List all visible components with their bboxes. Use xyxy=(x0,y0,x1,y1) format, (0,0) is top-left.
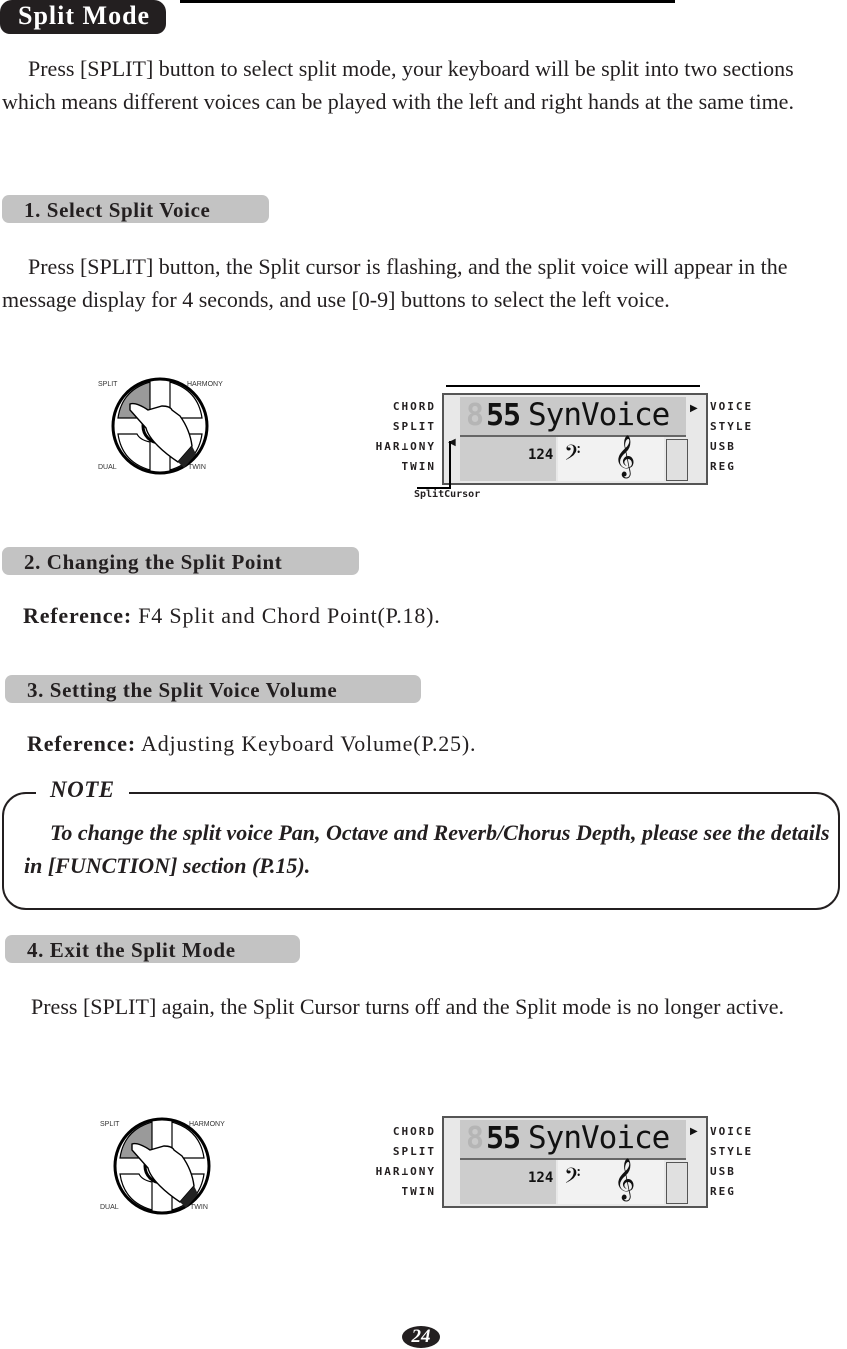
lcd-label-voice: VOICE xyxy=(710,400,754,413)
lcd-left-labels: CHORD SPLIT HAR⊥ONY TWIN xyxy=(372,397,436,477)
lcd-status-area: 124 xyxy=(460,437,556,481)
section-heading-changing-split-point: 2. Changing the Split Point xyxy=(2,547,359,575)
intro-paragraph: Press [SPLIT] button to select split mod… xyxy=(2,56,794,114)
lcd-status-area: 124 xyxy=(460,1160,556,1204)
lcd-right-labels: VOICE STYLE USB REG xyxy=(710,1122,753,1202)
section-4-body: Press [SPLIT] again, the Split Cursor tu… xyxy=(31,994,784,1019)
lcd-voice-number: 55 xyxy=(486,398,521,433)
split-cursor-label: SplitCursor xyxy=(414,489,481,500)
header-rule xyxy=(180,0,675,3)
lcd-voice-name: SynVoice xyxy=(528,1120,670,1156)
lcd-label-voice: VOICE xyxy=(710,1125,754,1138)
lcd-display-illustration-split-on: CHORD SPLIT HAR⊥ONY TWIN 8 55 SynVoice 1… xyxy=(372,385,752,510)
lcd-dim-digit: 8 xyxy=(466,398,485,433)
lcd-label-harmony: HAR⊥ONY xyxy=(375,440,436,453)
treble-clef-icon: 𝄞 xyxy=(614,436,636,476)
lcd-label-usb: USB xyxy=(710,440,736,453)
treble-clef-icon: 𝄞 xyxy=(614,1159,636,1199)
page-number-badge: 24 xyxy=(402,1326,440,1348)
lcd-tempo: 124 xyxy=(528,1170,554,1186)
lcd-screen: 8 55 SynVoice 124 𝄢 𝄞 ◀ ▶ xyxy=(442,393,708,485)
lcd-label-chord: CHORD xyxy=(392,400,436,413)
lcd-label-style: STYLE xyxy=(710,420,754,433)
section-heading-select-split-voice: 1. Select Split Voice xyxy=(2,195,269,223)
lcd-bracket-line xyxy=(446,385,700,387)
lcd-mode-indicators xyxy=(666,439,688,481)
voice-cursor-arrow-icon: ▶ xyxy=(690,1126,698,1137)
section-2-reference: Reference: F4 Split and Chord Point(P.18… xyxy=(23,603,441,629)
lcd-voice-number: 55 xyxy=(486,1121,521,1156)
reference-link-split-chord-point[interactable]: F4 Split and Chord Point(P.18). xyxy=(132,603,441,628)
section-heading-exit-split-mode: 4. Exit the Split Mode xyxy=(5,935,300,963)
lcd-screen: 8 55 SynVoice 124 𝄢 𝄞 ▶ xyxy=(442,1116,708,1208)
note-label: NOTE xyxy=(36,777,129,803)
lcd-mode-indicators xyxy=(666,1162,688,1204)
lcd-left-labels: CHORD SPLIT HAR⊥ONY TWIN xyxy=(372,1122,436,1202)
reference-label: Reference: xyxy=(27,731,136,756)
reference-label: Reference: xyxy=(23,603,132,628)
lcd-display-illustration-split-off: CHORD SPLIT HAR⊥ONY TWIN 8 55 SynVoice 1… xyxy=(372,1112,752,1212)
lcd-label-split: SPLIT xyxy=(392,1145,436,1158)
lcd-tempo: 124 xyxy=(528,447,554,463)
bass-clef-icon: 𝄢 xyxy=(564,441,581,470)
lcd-label-twin: TWIN xyxy=(401,460,436,473)
hand-pressing-split-icon xyxy=(111,377,209,475)
voice-cursor-arrow-icon: ▶ xyxy=(690,403,698,414)
lcd-label-style: STYLE xyxy=(710,1145,754,1158)
section-3-reference: Reference: Adjusting Keyboard Volume(P.2… xyxy=(27,731,476,757)
split-button-wheel-illustration-exit: SPLIT HARMONY DUAL TWIN xyxy=(92,1116,232,1216)
lcd-label-reg: REG xyxy=(710,1185,736,1198)
lcd-label-split: SPLIT xyxy=(392,420,436,433)
section-heading-split-voice-volume: 3. Setting the Split Voice Volume xyxy=(5,675,421,703)
lcd-label-reg: REG xyxy=(710,460,736,473)
page-title: Split Mode xyxy=(0,0,167,34)
lcd-staff-area: 𝄢 𝄞 xyxy=(558,436,664,481)
lcd-staff-area: 𝄢 𝄞 xyxy=(558,1159,664,1204)
lcd-dim-digit: 8 xyxy=(466,1121,485,1156)
reference-link-keyboard-volume[interactable]: Adjusting Keyboard Volume(P.25). xyxy=(136,731,476,756)
section-1-body: Press [SPLIT] button, the Split cursor i… xyxy=(2,254,788,312)
lcd-voice-name: SynVoice xyxy=(528,397,670,433)
lcd-message-area: 8 55 SynVoice xyxy=(460,397,686,437)
lcd-label-twin: TWIN xyxy=(401,1185,436,1198)
lcd-label-harmony: HAR⊥ONY xyxy=(375,1165,436,1178)
note-text: To change the split voice Pan, Octave an… xyxy=(24,820,830,878)
lcd-label-usb: USB xyxy=(710,1165,736,1178)
split-cursor-leader-line xyxy=(449,441,451,489)
lcd-label-chord: CHORD xyxy=(392,1125,436,1138)
split-button-wheel-illustration: SPLIT HARMONY DUAL TWIN xyxy=(90,376,230,476)
lcd-right-labels: VOICE STYLE USB REG xyxy=(710,397,753,477)
lcd-message-area: 8 55 SynVoice xyxy=(460,1120,686,1160)
bass-clef-icon: 𝄢 xyxy=(564,1164,581,1193)
hand-pressing-split-icon xyxy=(113,1117,211,1215)
